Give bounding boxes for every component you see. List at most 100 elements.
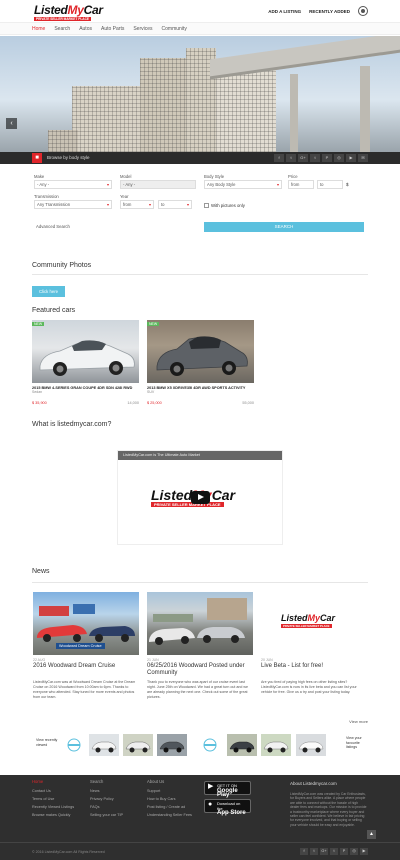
chevron-down-icon: ▾ xyxy=(276,182,279,187)
google-play-badge[interactable]: ▶ GET IT ON Google Play xyxy=(204,781,251,798)
news-card[interactable]: Woodward Dream Cruise 22 AUG 2016 Woodwa… xyxy=(33,592,139,700)
facebook-icon[interactable]: f xyxy=(300,848,308,855)
with-pictures-checkbox[interactable]: With pictures only xyxy=(204,203,304,209)
recently-added-link[interactable]: RECENTLY ADDED xyxy=(309,9,350,14)
footer-link-search[interactable]: Search xyxy=(90,779,123,784)
nav-services[interactable]: Services xyxy=(133,26,152,32)
make-select[interactable]: - Any - ▾ xyxy=(34,180,112,189)
footer-link[interactable]: Selling your car TIP xyxy=(90,811,123,819)
hero-pillar xyxy=(290,74,298,152)
body-style-select[interactable]: Any Body Style ▾ xyxy=(204,180,282,189)
nav-autos[interactable]: Autos xyxy=(79,26,92,32)
tumblr-icon[interactable]: t xyxy=(330,848,338,855)
featured-cars-title: Featured cars xyxy=(32,307,76,314)
nav-home[interactable]: Home xyxy=(32,26,45,32)
nav-community[interactable]: Community xyxy=(162,26,187,32)
car-thumb[interactable] xyxy=(157,734,187,756)
news-headline[interactable]: Live Beta - List for free! xyxy=(261,663,367,677)
pinterest-icon[interactable]: P xyxy=(322,154,332,162)
footer-link-about[interactable]: About Us xyxy=(147,779,192,784)
news-card[interactable]: 21 JUN 06/25/2016 Woodward Posted under … xyxy=(147,592,253,700)
section-divider xyxy=(32,582,368,583)
car-thumb[interactable] xyxy=(123,734,153,756)
model-select[interactable]: - Any - xyxy=(120,180,196,189)
featured-car-card[interactable]: NEW 2013 BMW X5 XDRIVE35I 4DR AWD SPORTS… xyxy=(147,320,254,405)
footer-link[interactable]: Post listing / Create ad xyxy=(147,803,192,811)
nav-auto-parts[interactable]: Auto Parts xyxy=(101,26,124,32)
search-button[interactable]: SEARCH xyxy=(204,222,364,232)
footer-link[interactable]: Browse makes Quickly xyxy=(32,811,74,819)
car-icon[interactable]: ■ xyxy=(32,153,42,163)
news-photo[interactable]: Woodward Dream Cruise xyxy=(33,592,139,655)
price-to-input[interactable]: to xyxy=(317,180,343,189)
hero-building xyxy=(140,58,188,152)
footer-link-home[interactable]: Home xyxy=(32,779,74,784)
footer-link[interactable]: How to Buy Cars xyxy=(147,795,192,803)
logo-thumb[interactable] xyxy=(59,734,89,756)
user-account-icon[interactable] xyxy=(358,6,368,16)
twitter-icon[interactable]: t xyxy=(310,848,318,855)
logo-tagline: PRIVATE SELLER MARKET PLACE xyxy=(34,17,92,21)
footer-link[interactable]: Contact Us xyxy=(32,787,74,795)
checkbox-icon[interactable] xyxy=(204,203,209,209)
news-headline[interactable]: 2016 Woodward Dream Cruise xyxy=(33,663,139,677)
play-icon[interactable] xyxy=(191,491,210,504)
site-logo[interactable]: ListedMyCar PRIVATE SELLER MARKET PLACE xyxy=(34,4,120,21)
favourite-listings-label[interactable]: View your favourite listings xyxy=(346,736,368,750)
twitter-icon[interactable]: t xyxy=(286,154,296,162)
footer-link[interactable]: FAQs xyxy=(90,803,123,811)
hero-overpass xyxy=(210,36,400,80)
advanced-search-link[interactable]: Advanced Search xyxy=(36,224,70,229)
news-photo[interactable]: ListedMyCar PRIVATE SELLER MARKET PLACE xyxy=(261,592,367,655)
hero-slider: ‹ xyxy=(0,36,400,152)
car-thumb[interactable] xyxy=(261,734,291,756)
browse-body-style-label[interactable]: Browse by body style xyxy=(47,155,90,160)
recently-viewed-label[interactable]: View recently viewed xyxy=(36,738,58,747)
car-photo[interactable]: NEW xyxy=(147,320,254,383)
car-title[interactable]: 2015 BMW 4-SERIES GRAN COUPE 4DR SDN 428… xyxy=(32,386,139,390)
add-listing-link[interactable]: ADD A LISTING xyxy=(268,9,301,14)
community-click-here-button[interactable]: Click here xyxy=(32,286,65,297)
app-store-badge[interactable]: ● Download on the App Store xyxy=(204,799,251,816)
instagram-icon[interactable]: ◎ xyxy=(334,154,344,162)
transmission-select[interactable]: Any Transmission ▾ xyxy=(34,200,112,209)
email-icon[interactable]: ✉ xyxy=(358,154,368,162)
instagram-icon[interactable]: ◎ xyxy=(350,848,358,855)
footer-link[interactable]: News xyxy=(90,787,123,795)
footer-link[interactable]: Understanding Seller Fees xyxy=(147,811,192,819)
car-thumb[interactable] xyxy=(89,734,119,756)
video-title[interactable]: ListedMyCar.com is The Ultimate Auto Mar… xyxy=(123,453,200,457)
footer-link[interactable]: Terms of Use xyxy=(32,795,74,803)
view-more-link[interactable]: View more xyxy=(349,719,368,724)
price-from-input[interactable]: from xyxy=(288,180,314,189)
year-to-select[interactable]: to ▾ xyxy=(158,200,192,209)
car-title[interactable]: 2013 BMW X5 XDRIVE35I 4DR AWD SPORTS ACT… xyxy=(147,386,254,390)
car-thumb[interactable] xyxy=(296,734,326,756)
google-play-icon: ▶ xyxy=(208,783,214,790)
year-label: Year xyxy=(120,194,129,199)
youtube-icon[interactable]: ▶ xyxy=(346,154,356,162)
footer-link[interactable]: Recently Viewed Listings xyxy=(32,803,74,811)
google-plus-icon[interactable]: G+ xyxy=(320,848,328,855)
pinterest-icon[interactable]: P xyxy=(340,848,348,855)
back-to-top-icon[interactable]: ▲ xyxy=(367,830,376,839)
nav-search[interactable]: Search xyxy=(54,26,70,32)
year-from-select[interactable]: from ▾ xyxy=(120,200,154,209)
promo-video[interactable]: ListedMyCar.com is The Ultimate Auto Mar… xyxy=(117,450,283,545)
youtube-icon[interactable]: ▶ xyxy=(360,848,368,855)
footer-link[interactable]: Support xyxy=(147,787,192,795)
logo-thumb[interactable] xyxy=(195,734,225,756)
slider-prev-arrow[interactable]: ‹ xyxy=(6,118,17,129)
featured-car-card[interactable]: NEW 2015 BMW 4-SERIES GRAN COUPE 4DR SDN… xyxy=(32,320,139,405)
tumblr-icon[interactable]: t xyxy=(310,154,320,162)
car-photo[interactable]: NEW xyxy=(32,320,139,383)
news-card[interactable]: ListedMyCar PRIVATE SELLER MARKET PLACE … xyxy=(261,592,367,695)
google-plus-icon[interactable]: G+ xyxy=(298,154,308,162)
footer-link[interactable]: Privacy Policy xyxy=(90,795,123,803)
browse-bar: ■ Browse by body style f t G+ t P ◎ ▶ ✉ xyxy=(0,152,400,164)
news-photo[interactable] xyxy=(147,592,253,655)
news-headline[interactable]: 06/25/2016 Woodward Posted under Communi… xyxy=(147,663,253,677)
facebook-icon[interactable]: f xyxy=(274,154,284,162)
car-thumb[interactable] xyxy=(227,734,257,756)
community-photos-title: Community Photos xyxy=(32,262,92,269)
